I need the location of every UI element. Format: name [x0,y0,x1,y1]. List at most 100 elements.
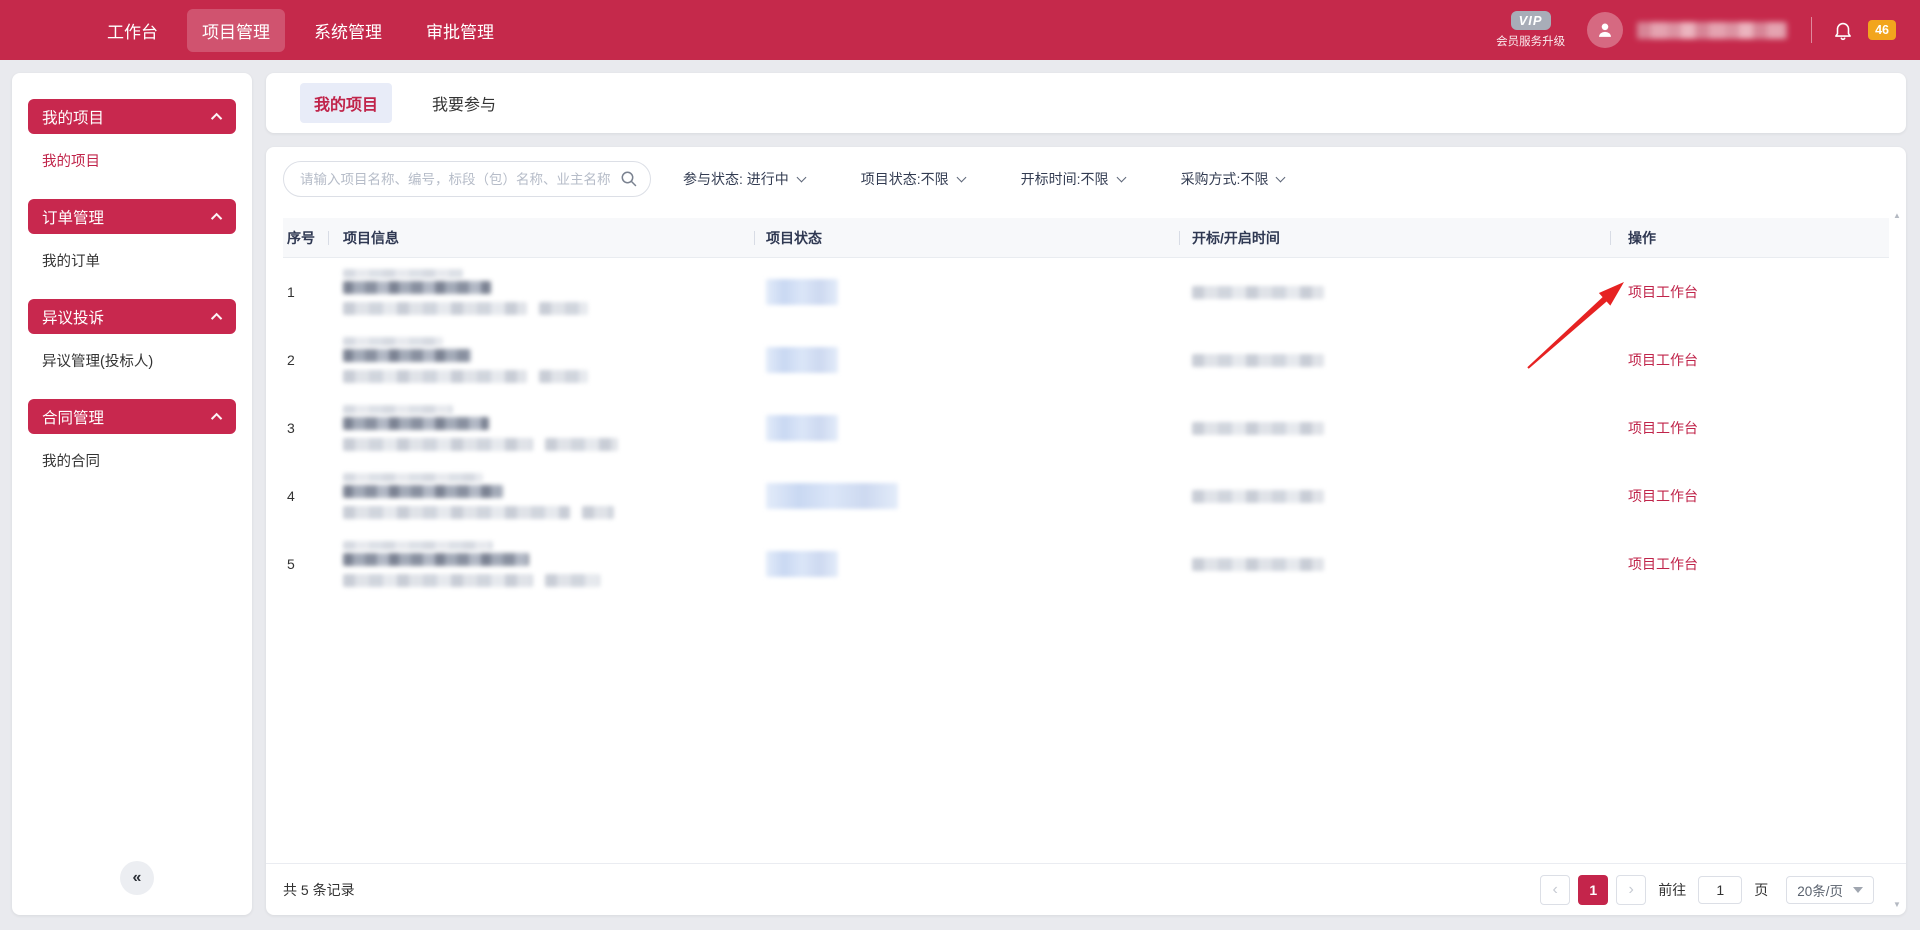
navbar-right: VIP 会员服务升级 46 [1496,11,1896,49]
current-page-button[interactable]: 1 [1578,875,1608,905]
main-area: 我的项目我要参与 参与状态: 进行中 项目状态:不限 开标时间:不限 采购方式:不限 … [266,73,1906,915]
project-info-redacted [328,258,754,326]
status-cell [754,326,1179,394]
filter-label: 项目状态:不限 [861,169,949,189]
notification-bell-icon[interactable] [1832,19,1854,41]
tab[interactable]: 我的项目 [300,83,392,123]
scrollbar[interactable]: ▲ ▼ [1890,211,1904,909]
table-header: 序号项目信息项目状态开标/开启时间操作 [283,218,1889,258]
open-time-cell [1179,326,1610,394]
scroll-up-icon[interactable]: ▲ [1893,211,1901,220]
nav-item[interactable]: 审批管理 [411,9,509,52]
filter-dropdown[interactable]: 采购方式:不限 [1181,169,1285,189]
goto-page-input[interactable] [1698,876,1742,904]
next-page-button[interactable]: › [1616,875,1646,905]
chevron-down-icon [1276,172,1286,182]
redacted-text [343,269,463,278]
avatar[interactable] [1587,12,1623,48]
redacted-text [343,405,453,414]
action-cell: 项目工作台 [1610,258,1889,326]
nav-item[interactable]: 工作台 [92,9,173,52]
sidebar-item[interactable]: 我的项目 [28,134,236,186]
redacted-text [343,281,491,294]
filter-dropdown[interactable]: 开标时间:不限 [1021,169,1125,189]
prev-page-button[interactable]: ‹ [1540,875,1570,905]
open-time-cell [1179,394,1610,462]
redacted-tag [545,574,600,587]
action-cell: 项目工作台 [1610,326,1889,394]
page-unit-label: 页 [1754,880,1768,900]
sidebar-collapse-button[interactable]: « [120,861,154,895]
project-workspace-link[interactable]: 项目工作台 [1628,486,1698,506]
vip-upgrade[interactable]: VIP 会员服务升级 [1496,11,1565,49]
row-index: 5 [287,556,295,572]
redacted-line [343,370,588,383]
user-icon [1594,19,1616,41]
redacted-line [343,574,600,587]
status-chip-redacted [766,415,838,441]
filter-label: 开标时间:不限 [1021,169,1109,189]
redacted-text [343,574,533,587]
sidebar-item[interactable]: 异议管理(投标人) [28,334,236,386]
search-box [283,161,651,197]
status-chip-redacted [766,347,838,373]
sidebar-section-header[interactable]: 订单管理 [28,199,236,234]
table-body: 1项目工作台2项目工作台3项目工作台4项目工作台5项目工作台 [283,258,1889,598]
column-header: 项目信息 [328,218,754,257]
column-header: 序号 [283,218,328,257]
redacted-tag [545,438,618,451]
filter-label: 参与状态: 进行中 [683,169,789,189]
redacted-tag [539,302,588,315]
chevron-down-icon [1853,887,1863,893]
column-header: 操作 [1610,218,1889,257]
project-workspace-link[interactable]: 项目工作台 [1628,418,1698,438]
status-chip-redacted [766,551,838,577]
sidebar-item[interactable]: 我的订单 [28,234,236,286]
status-cell [754,394,1179,462]
redacted-text [343,337,443,346]
section-title: 异议投诉 [42,306,104,328]
project-workspace-link[interactable]: 项目工作台 [1628,350,1698,370]
toolbar: 参与状态: 进行中 项目状态:不限 开标时间:不限 采购方式:不限 [283,147,1889,197]
project-workspace-link[interactable]: 项目工作台 [1628,554,1698,574]
project-workspace-link[interactable]: 项目工作台 [1628,282,1698,302]
divider [1811,17,1812,43]
row-index-cell: 4 [283,462,328,530]
filter-dropdown[interactable]: 项目状态:不限 [861,169,965,189]
sidebar-section-header[interactable]: 合同管理 [28,399,236,434]
redacted-text [343,438,533,451]
redacted-line [343,438,618,451]
nav-item[interactable]: 系统管理 [299,9,397,52]
sidebar-section-header[interactable]: 异议投诉 [28,299,236,334]
time-redacted [1192,354,1324,367]
time-redacted [1192,558,1324,571]
redacted-text [343,473,483,482]
page-size-value: 20条/页 [1797,880,1843,900]
chevron-up-icon [211,112,222,123]
row-index: 3 [287,420,295,436]
chevron-down-icon [956,172,966,182]
filter-dropdown[interactable]: 参与状态: 进行中 [683,169,805,189]
time-redacted [1192,286,1324,299]
row-index-cell: 1 [283,258,328,326]
open-time-cell [1179,258,1610,326]
time-redacted [1192,422,1324,435]
sidebar-item[interactable]: 我的合同 [28,434,236,486]
username-redacted [1637,22,1787,39]
chevron-up-icon [211,212,222,223]
nav-item[interactable]: 项目管理 [187,9,285,52]
project-info-redacted [328,462,754,530]
pagination: ‹ 1 › 前往 页 20条/页 [1540,875,1874,905]
action-cell: 项目工作台 [1610,394,1889,462]
search-input[interactable] [283,161,651,197]
page-size-select[interactable]: 20条/页 [1786,876,1874,904]
action-cell: 项目工作台 [1610,462,1889,530]
redacted-line [343,302,588,315]
row-index-cell: 5 [283,530,328,598]
content-panel: 参与状态: 进行中 项目状态:不限 开标时间:不限 采购方式:不限 序号项目信息项目状… [266,147,1906,915]
tab[interactable]: 我要参与 [418,83,510,123]
sidebar-section-header[interactable]: 我的项目 [28,99,236,134]
record-count: 共 5 条记录 [283,880,355,900]
sidebar-sections: 我的项目我的项目订单管理我的订单异议投诉异议管理(投标人) 合同管理我的合同 [12,99,252,486]
row-index: 4 [287,488,295,504]
